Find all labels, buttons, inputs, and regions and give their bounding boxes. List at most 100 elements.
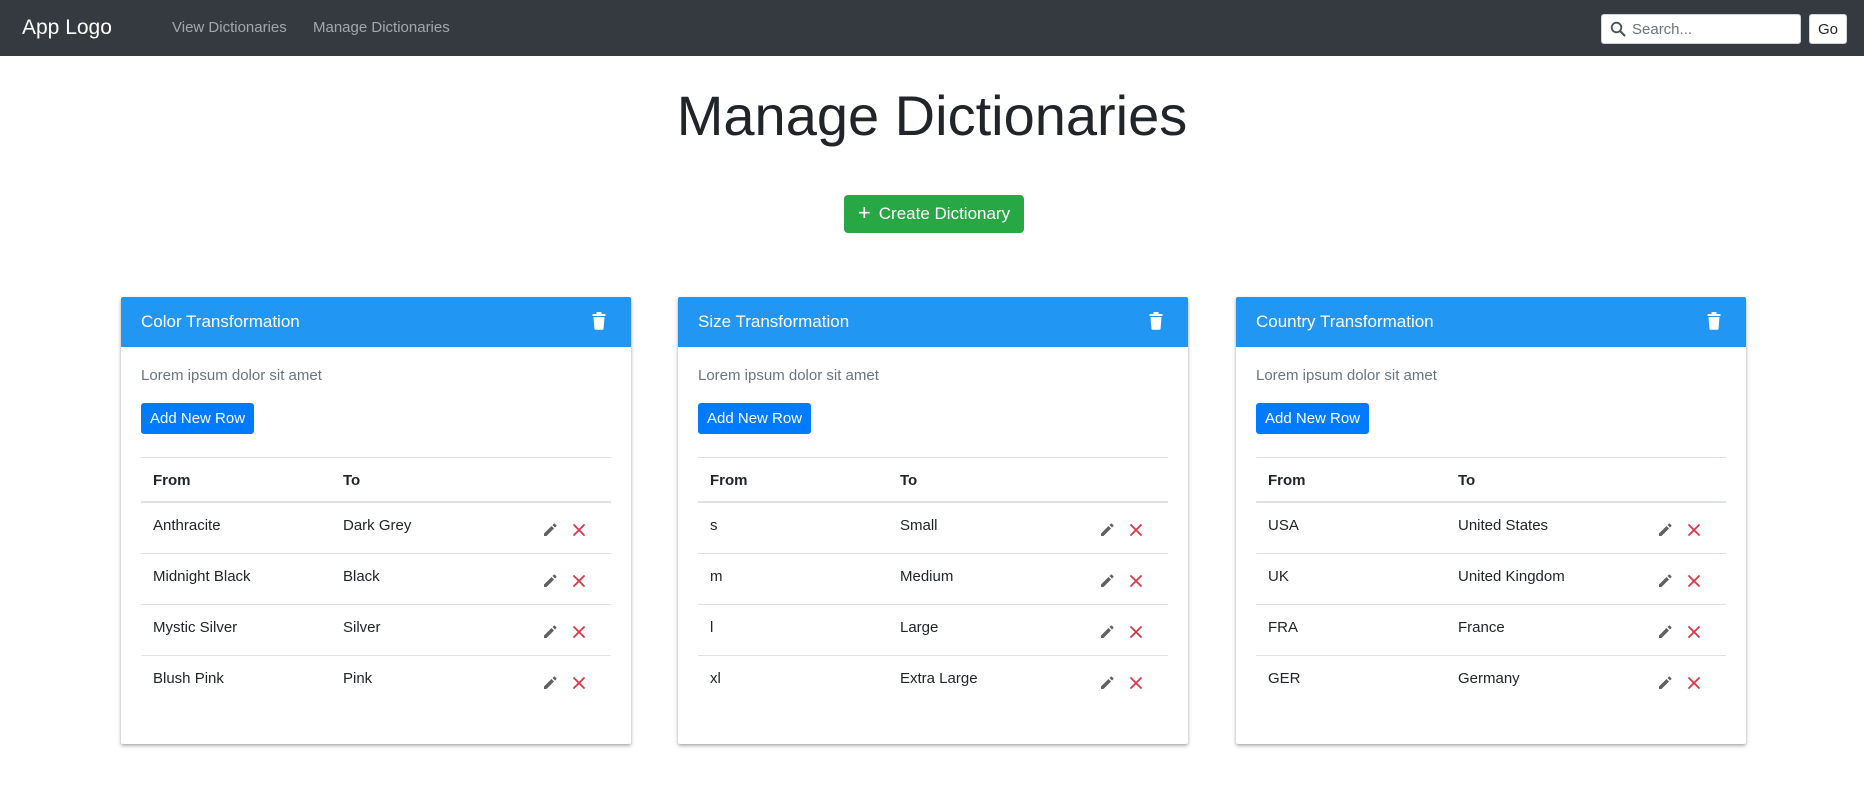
close-icon[interactable] <box>572 523 586 537</box>
table-row: FRA France <box>1256 605 1726 656</box>
cell-to: Black <box>343 568 380 585</box>
mapping-table: From To USA United States UK United King… <box>1256 457 1726 707</box>
nav-link-view-dictionaries[interactable]: View Dictionaries <box>172 19 287 37</box>
table-row: s Small <box>698 503 1168 554</box>
pencil-icon[interactable] <box>542 522 558 538</box>
mapping-table: From To s Small m Medium l Large xl Extr… <box>698 457 1168 707</box>
table-row: Mystic Silver Silver <box>141 605 611 656</box>
table-header: From To <box>141 457 611 503</box>
close-icon[interactable] <box>1129 523 1143 537</box>
cell-to: Medium <box>900 568 954 585</box>
create-dictionary-button[interactable]: + Create Dictionary <box>844 195 1024 233</box>
nav-link-manage-dictionaries[interactable]: Manage Dictionaries <box>313 19 450 37</box>
cell-from: GER <box>1268 670 1301 687</box>
table-row: UK United Kingdom <box>1256 554 1726 605</box>
card-header: Country Transformation <box>1236 297 1746 347</box>
close-icon[interactable] <box>1687 676 1701 690</box>
close-icon[interactable] <box>1687 625 1701 639</box>
card-header: Size Transformation <box>678 297 1188 347</box>
cell-from: m <box>710 568 723 585</box>
trash-icon[interactable] <box>1149 312 1163 330</box>
cell-from: Anthracite <box>153 517 221 534</box>
cell-to: United States <box>1458 517 1549 534</box>
cell-to: France <box>1458 619 1505 636</box>
search-box <box>1601 14 1801 44</box>
cell-to: Small <box>900 517 938 534</box>
column-header-from: From <box>153 472 191 489</box>
mapping-table: From To Anthracite Dark Grey Midnight Bl… <box>141 457 611 707</box>
cell-from: l <box>710 619 714 636</box>
pencil-icon[interactable] <box>1099 573 1115 589</box>
cell-to: Germany <box>1458 670 1520 687</box>
card-header: Color Transformation <box>121 297 631 347</box>
cell-to: Extra Large <box>900 670 978 687</box>
card-title: Country Transformation <box>1256 312 1434 331</box>
add-new-row-button[interactable]: Add New Row <box>698 403 812 434</box>
close-icon[interactable] <box>1129 676 1143 690</box>
pencil-icon[interactable] <box>1099 675 1115 691</box>
card-description: Lorem ipsum dolor sit amet <box>698 367 879 384</box>
cell-to: Large <box>900 619 939 636</box>
table-row: Midnight Black Black <box>141 554 611 605</box>
pencil-icon[interactable] <box>542 624 558 640</box>
add-new-row-button[interactable]: Add New Row <box>1256 403 1370 434</box>
add-new-row-button[interactable]: Add New Row <box>141 403 255 434</box>
close-icon[interactable] <box>572 676 586 690</box>
top-navbar: App Logo View Dictionaries Manage Dictio… <box>0 0 1864 56</box>
cell-from: Blush Pink <box>153 670 224 687</box>
pencil-icon[interactable] <box>1657 573 1673 589</box>
cell-from: s <box>710 517 718 534</box>
trash-icon[interactable] <box>1707 312 1721 330</box>
cell-from: Mystic Silver <box>153 619 238 636</box>
card-title: Color Transformation <box>141 312 300 331</box>
cell-from: xl <box>710 670 721 687</box>
pencil-icon[interactable] <box>1657 624 1673 640</box>
close-icon[interactable] <box>572 574 586 588</box>
table-row: GER Germany <box>1256 656 1726 707</box>
size-transformation-card: Size Transformation Lorem ipsum dolor si… <box>678 297 1188 744</box>
cell-to: Pink <box>343 670 373 687</box>
pencil-icon[interactable] <box>1099 624 1115 640</box>
table-row: m Medium <box>698 554 1168 605</box>
table-header: From To <box>1256 457 1726 503</box>
pencil-icon[interactable] <box>542 675 558 691</box>
create-dictionary-label: Create Dictionary <box>878 204 1011 223</box>
cell-from: FRA <box>1268 619 1298 636</box>
card-description: Lorem ipsum dolor sit amet <box>1256 367 1437 384</box>
column-header-from: From <box>710 472 748 489</box>
column-header-from: From <box>1268 472 1306 489</box>
cell-from: USA <box>1268 517 1299 534</box>
table-row: USA United States <box>1256 503 1726 554</box>
color-transformation-card: Color Transformation Lorem ipsum dolor s… <box>121 297 631 744</box>
plus-icon: + <box>857 200 871 225</box>
pencil-icon[interactable] <box>1099 522 1115 538</box>
close-icon[interactable] <box>572 625 586 639</box>
close-icon[interactable] <box>1129 625 1143 639</box>
country-transformation-card: Country Transformation Lorem ipsum dolor… <box>1236 297 1746 744</box>
page-title: Manage Dictionaries <box>676 84 1188 147</box>
table-row: Blush Pink Pink <box>141 656 611 707</box>
table-row: xl Extra Large <box>698 656 1168 707</box>
go-button[interactable]: Go <box>1809 14 1847 44</box>
search-icon <box>1610 21 1626 37</box>
column-header-to: To <box>900 472 918 489</box>
cell-from: Midnight Black <box>153 568 251 585</box>
app-logo[interactable]: App Logo <box>22 15 112 41</box>
cell-to: United Kingdom <box>1458 568 1565 585</box>
pencil-icon[interactable] <box>1657 522 1673 538</box>
trash-icon[interactable] <box>592 312 606 330</box>
pencil-icon[interactable] <box>542 573 558 589</box>
close-icon[interactable] <box>1687 574 1701 588</box>
close-icon[interactable] <box>1687 523 1701 537</box>
table-row: l Large <box>698 605 1168 656</box>
card-description: Lorem ipsum dolor sit amet <box>141 367 322 384</box>
column-header-to: To <box>343 472 361 489</box>
search-input[interactable] <box>1632 18 1796 40</box>
column-header-to: To <box>1458 472 1476 489</box>
cell-to: Dark Grey <box>343 517 412 534</box>
close-icon[interactable] <box>1129 574 1143 588</box>
card-title: Size Transformation <box>698 312 850 331</box>
pencil-icon[interactable] <box>1657 675 1673 691</box>
table-header: From To <box>698 457 1168 503</box>
table-row: Anthracite Dark Grey <box>141 503 611 554</box>
